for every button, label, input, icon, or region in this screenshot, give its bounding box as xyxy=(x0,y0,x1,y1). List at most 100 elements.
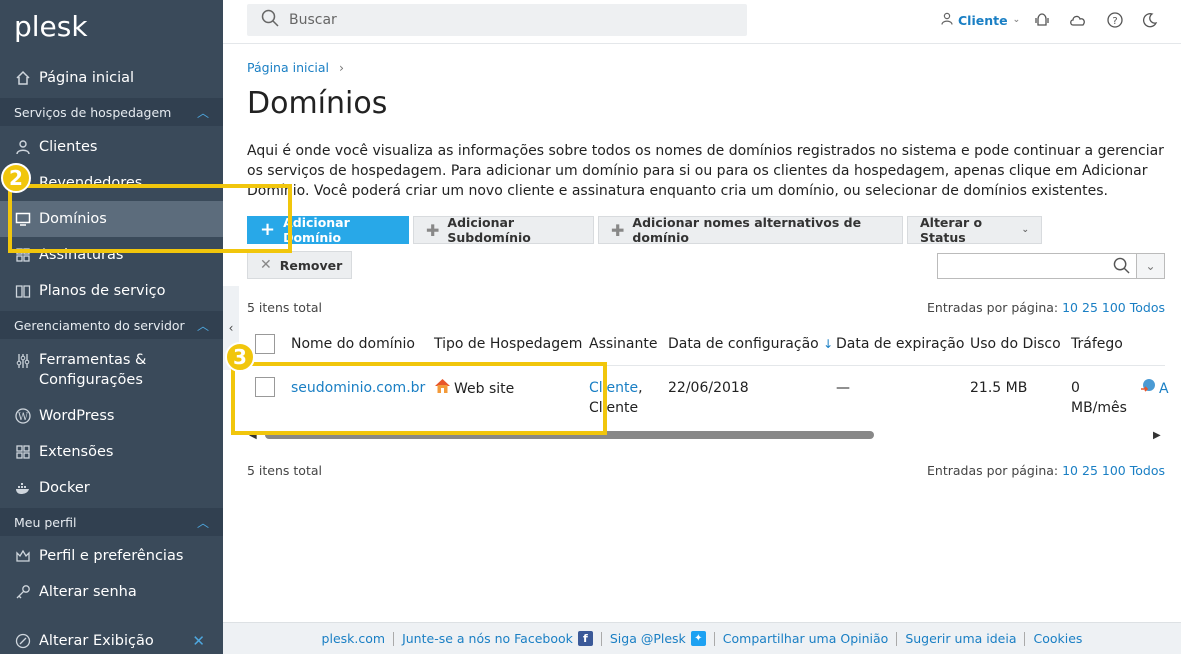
column-header-domain[interactable]: Nome do domínio xyxy=(291,336,415,352)
key-icon xyxy=(14,583,32,601)
per-page-25[interactable]: 25 xyxy=(1082,300,1098,315)
sidebar-section-hosting[interactable]: Serviços de hospedagem ︿ xyxy=(0,98,223,126)
sidebar-item-label: Clientes xyxy=(39,139,98,155)
sidebar-section-server[interactable]: Gerenciamento do servidor ︿ xyxy=(0,311,223,339)
sidebar-item-password[interactable]: Alterar senha xyxy=(0,574,223,610)
chevron-down-icon: ⌄ xyxy=(1145,259,1156,273)
select-all-checkbox[interactable] xyxy=(255,334,275,354)
login-action[interactable]: A xyxy=(1140,378,1169,400)
client-menu[interactable]: Cliente ⌄ xyxy=(941,12,1020,28)
footer-link-suggest[interactable]: Sugerir uma ideia xyxy=(897,631,1024,646)
moon-icon[interactable] xyxy=(1141,11,1159,29)
sidebar-item-extensions[interactable]: Extensões xyxy=(0,434,223,470)
close-icon[interactable]: ✕ xyxy=(192,632,205,650)
plesk-logo[interactable]: plesk xyxy=(14,10,88,43)
sidebar-item-wordpress[interactable]: W WordPress xyxy=(0,398,223,434)
label-line: Ferramentas & xyxy=(39,352,147,368)
column-header-subscriber[interactable]: Assinante xyxy=(589,336,657,352)
sidebar-item-home[interactable]: Página inicial xyxy=(0,60,223,96)
plus-icon: ✚ xyxy=(611,220,625,240)
per-page-10[interactable]: 10 xyxy=(1062,463,1078,478)
footer-link-facebook[interactable]: Junte-se a nós no Facebook f xyxy=(394,631,601,646)
add-domain-alias-button[interactable]: ✚ Adicionar nomes alternativos de domíni… xyxy=(598,215,903,245)
search-options-dropdown[interactable]: ⌄ xyxy=(1137,253,1165,279)
sidebar: plesk Página inicial Serviços de hospeda… xyxy=(0,0,223,654)
footer-link-label: Junte-se a nós no Facebook xyxy=(402,631,573,646)
sliders-icon xyxy=(14,352,32,370)
column-header-expiration[interactable]: Data de expiração xyxy=(836,336,964,352)
per-page-25[interactable]: 25 xyxy=(1082,463,1098,478)
list-search-input[interactable] xyxy=(937,253,1137,279)
section-label: Meu perfil xyxy=(14,514,77,530)
button-label: Adicionar Subdomínio xyxy=(447,215,531,245)
column-label: Data de configuração xyxy=(668,336,819,352)
items-total-bottom: 5 itens total xyxy=(247,463,322,478)
button-label: Adicionar nomes alternativos de domínio xyxy=(632,215,862,245)
per-page-100[interactable]: 100 xyxy=(1102,463,1126,478)
sidebar-item-label: Ferramentas & Configurações xyxy=(39,350,146,390)
sidebar-item-profile[interactable]: Perfil e preferências xyxy=(0,538,223,574)
sidebar-item-tools[interactable]: Ferramentas & Configurações xyxy=(0,343,223,397)
highlight-box-domain-row xyxy=(231,362,607,435)
user-icon xyxy=(14,138,32,156)
cloud-icon[interactable] xyxy=(1069,11,1087,29)
sidebar-item-label: Extensões xyxy=(39,444,114,460)
sidebar-item-clients[interactable]: Clientes xyxy=(0,129,223,165)
column-header-hosting[interactable]: Tipo de Hospedagem xyxy=(434,336,582,352)
footer-link-plesk[interactable]: plesk.com xyxy=(314,631,394,646)
sidebar-item-label: Perfil e preferências xyxy=(39,548,184,564)
per-page-100[interactable]: 100 xyxy=(1102,300,1126,315)
chevron-up-icon: ︿ xyxy=(196,516,209,530)
sidebar-item-label: WordPress xyxy=(39,408,115,424)
column-header-traffic[interactable]: Tráfego xyxy=(1071,336,1123,352)
sidebar-item-plans[interactable]: Planos de serviço xyxy=(0,273,223,309)
action-link[interactable]: A xyxy=(1159,379,1169,399)
per-page-all[interactable]: Todos xyxy=(1130,463,1165,478)
sidebar-section-profile[interactable]: Meu perfil ︿ xyxy=(0,508,223,536)
home-icon xyxy=(14,69,32,87)
per-page-10[interactable]: 10 xyxy=(1062,300,1078,315)
top-header: Buscar Cliente ⌄ ? xyxy=(223,0,1181,44)
puzzle-icon xyxy=(14,443,32,461)
sidebar-item-change-view[interactable]: Alterar Exibição ✕ xyxy=(0,623,223,654)
book-icon xyxy=(14,282,32,300)
scroll-right-icon[interactable]: ▶ xyxy=(1153,430,1161,441)
setup-date: 22/06/2018 xyxy=(668,380,749,396)
add-subdomain-button[interactable]: ✚ Adicionar Subdomínio xyxy=(413,215,594,245)
help-icon[interactable]: ? xyxy=(1106,11,1124,29)
remove-button[interactable]: ✕ Remover xyxy=(247,251,352,279)
search-placeholder: Buscar xyxy=(289,12,337,28)
step-badge-2: 2 xyxy=(1,163,31,193)
chevron-up-icon: ︿ xyxy=(196,319,209,333)
page-description: Aqui é onde você visualiza as informaçõe… xyxy=(247,143,1164,199)
footer-link-feedback[interactable]: Compartilhar uma Opinião xyxy=(715,631,897,646)
client-label: Cliente xyxy=(958,12,1008,28)
crown-icon xyxy=(14,547,32,565)
change-status-button[interactable]: Alterar o Status ⌄ xyxy=(907,215,1042,245)
sidebar-item-label: Planos de serviço xyxy=(39,283,166,299)
per-page-label: Entradas por página: xyxy=(927,300,1059,315)
chevron-right-icon: › xyxy=(338,60,344,75)
breadcrumb-home-link[interactable]: Página inicial xyxy=(247,60,329,75)
disk-usage: 21.5 MB xyxy=(970,380,1028,396)
column-header-disk[interactable]: Uso do Disco xyxy=(970,336,1061,352)
button-label: Remover xyxy=(279,257,343,273)
per-page-all[interactable]: Todos xyxy=(1130,300,1165,315)
chevron-up-icon: ︿ xyxy=(196,106,209,120)
footer-link-twitter[interactable]: Siga @Plesk ✦ xyxy=(602,631,714,646)
footer-link-cookies[interactable]: Cookies xyxy=(1025,631,1090,646)
traffic-value: 0 xyxy=(1071,380,1080,396)
column-header-setup-date[interactable]: Data de configuração ↓ xyxy=(668,336,833,352)
sidebar-item-label: Docker xyxy=(39,480,90,496)
expiration-date: — xyxy=(836,380,850,396)
button-label: Adicionar Domínio xyxy=(283,215,350,245)
svg-text:?: ? xyxy=(1112,16,1117,27)
notifications-icon[interactable] xyxy=(1033,11,1051,29)
page-title: Domínios xyxy=(247,86,388,121)
user-icon xyxy=(941,12,953,28)
globe-arrow-icon xyxy=(1140,378,1156,400)
sidebar-item-label: Alterar Exibição xyxy=(39,633,154,649)
sidebar-item-docker[interactable]: Docker xyxy=(0,470,223,506)
search-input[interactable]: Buscar xyxy=(247,4,747,36)
label-line: Configurações xyxy=(39,372,143,388)
